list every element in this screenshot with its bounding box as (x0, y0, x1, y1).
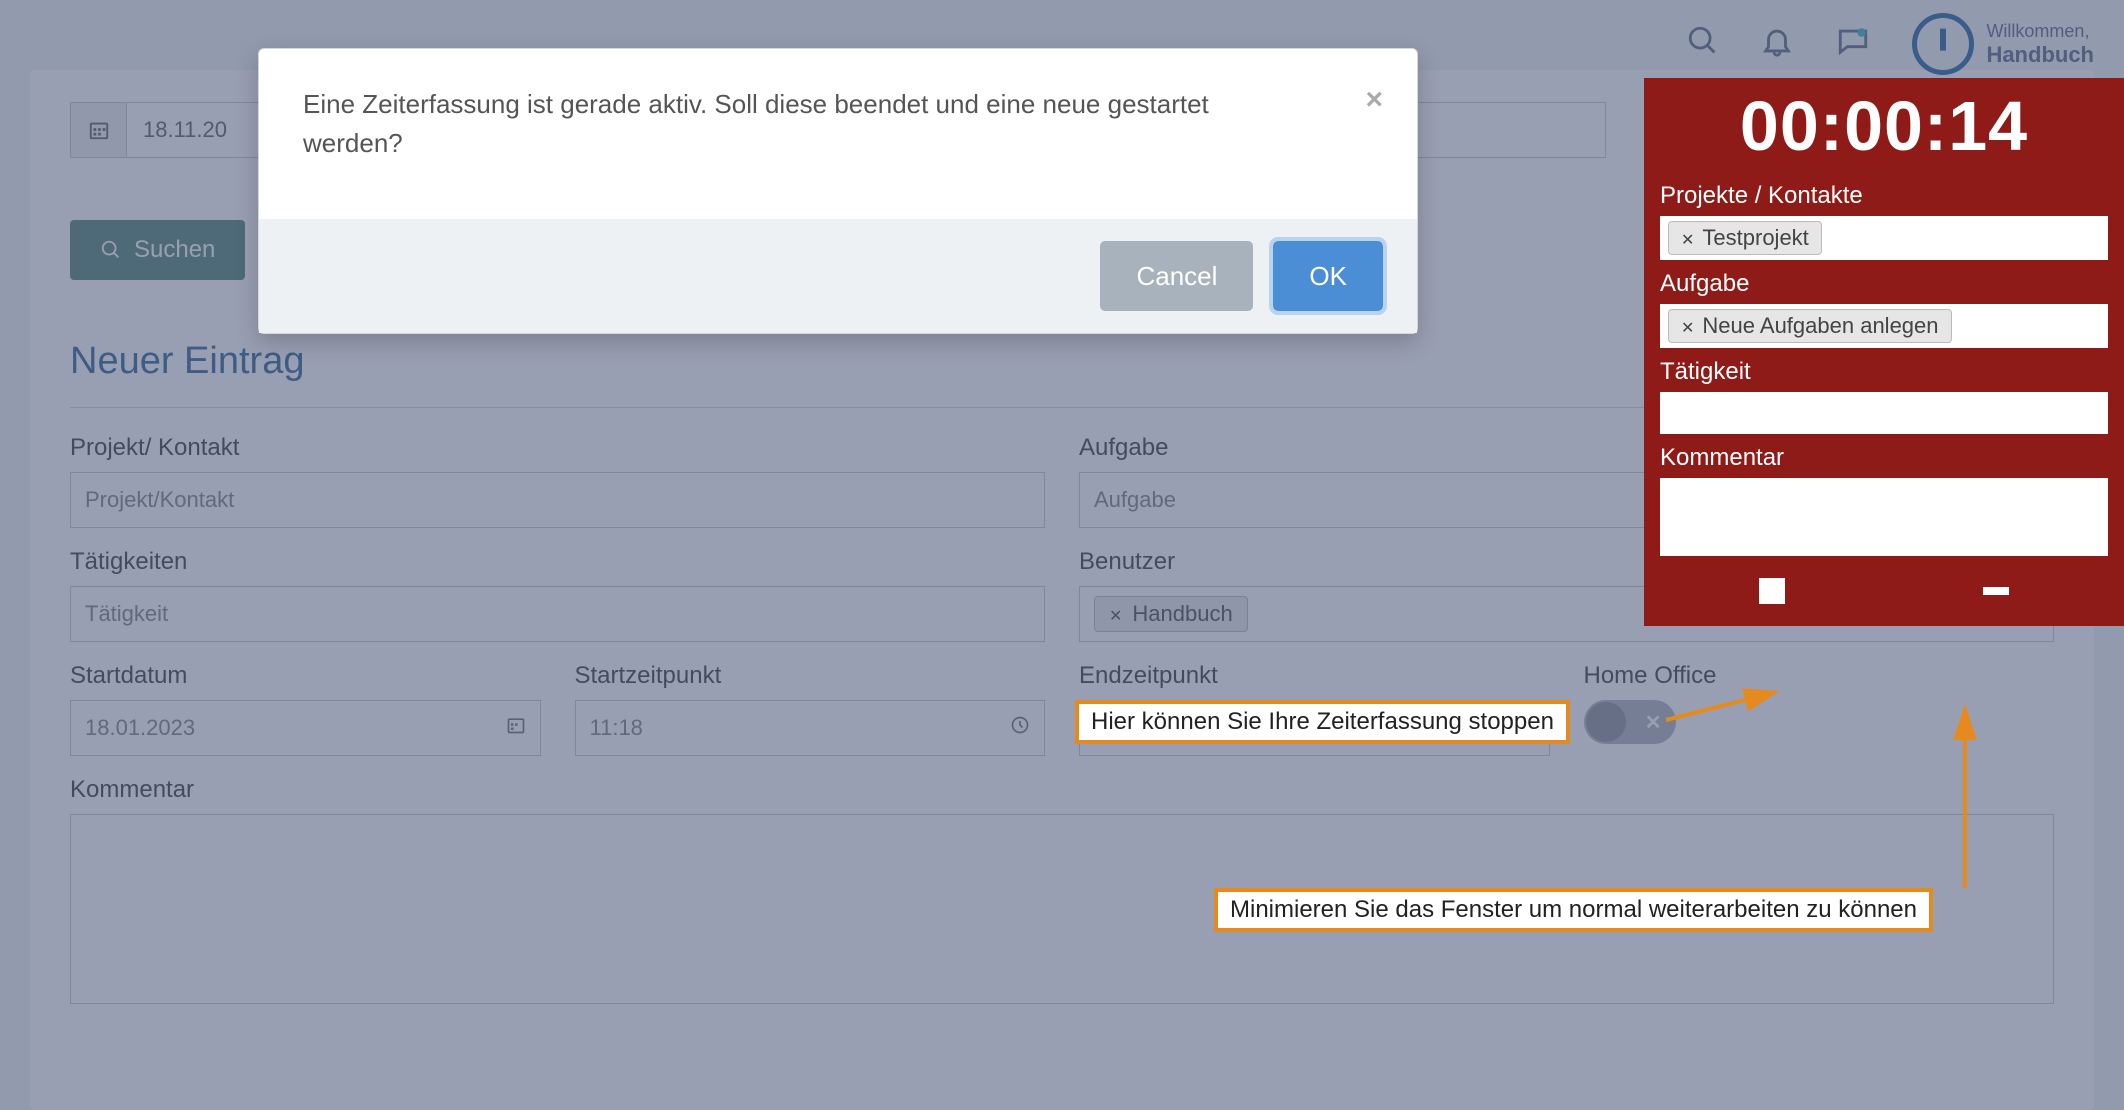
callout-minimize: Minimieren Sie das Fenster um normal wei… (1214, 888, 1933, 932)
label-task: Aufgabe (1660, 270, 2108, 298)
ok-button[interactable]: OK (1273, 241, 1383, 311)
stop-button[interactable] (1759, 578, 1785, 604)
timer-panel: 00:00:14 Projekte / Kontakte Testprojekt… (1644, 78, 2124, 626)
timer-activity-field[interactable] (1660, 392, 2108, 434)
dialog-message: Eine Zeiterfassung ist gerade aktiv. Sol… (303, 85, 1243, 163)
cancel-button[interactable]: Cancel (1100, 241, 1253, 311)
minimize-button[interactable] (1983, 587, 2009, 595)
close-icon[interactable] (1681, 313, 1694, 339)
timer-comment-textarea[interactable] (1660, 478, 2108, 556)
timer-display: 00:00:14 (1660, 78, 2108, 172)
confirm-dialog: × Eine Zeiterfassung ist gerade aktiv. S… (258, 48, 1418, 334)
close-icon[interactable] (1681, 225, 1694, 251)
timer-task-field[interactable]: Neue Aufgaben anlegen (1660, 304, 2108, 348)
callout-stop: Hier können Sie Ihre Zeiterfassung stopp… (1075, 700, 1570, 744)
label-comment: Kommentar (1660, 444, 2108, 472)
label-projects: Projekte / Kontakte (1660, 182, 2108, 210)
timer-project-field[interactable]: Testprojekt (1660, 216, 2108, 260)
label-activity: Tätigkeit (1660, 358, 2108, 386)
close-icon[interactable]: × (1365, 77, 1383, 122)
